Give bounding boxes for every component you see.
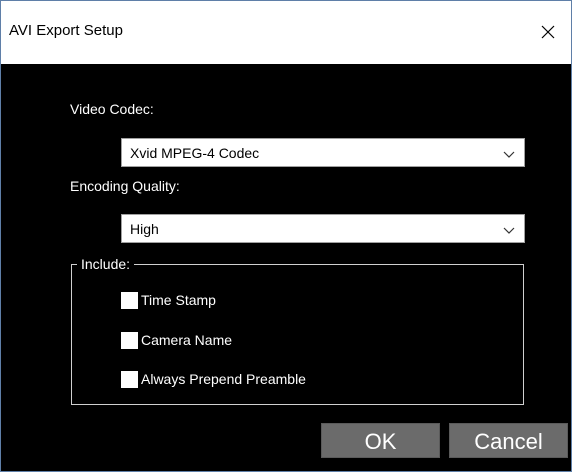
encoding-quality-select[interactable]: High <box>121 214 525 243</box>
time-stamp-checkbox[interactable]: Time Stamp <box>121 291 216 309</box>
video-codec-label: Video Codec: <box>70 101 154 117</box>
window-title: AVI Export Setup <box>9 22 123 39</box>
ok-button[interactable]: OK <box>321 423 440 458</box>
always-prepend-preamble-checkbox[interactable]: Always Prepend Preamble <box>121 370 306 388</box>
always-prepend-preamble-label: Always Prepend Preamble <box>141 371 306 387</box>
close-icon <box>540 24 556 40</box>
camera-name-label: Camera Name <box>141 332 233 348</box>
close-button[interactable] <box>525 1 571 63</box>
camera-name-checkbox[interactable]: Camera Name <box>121 331 232 349</box>
video-codec-select[interactable]: Xvid MPEG-4 Codec <box>121 138 525 167</box>
time-stamp-label: Time Stamp <box>141 292 216 308</box>
checkbox-box[interactable] <box>121 370 138 388</box>
include-group-label: Include: <box>77 256 135 272</box>
chevron-down-icon <box>502 147 516 159</box>
encoding-quality-label: Encoding Quality: <box>70 178 180 194</box>
title-bar: AVI Export Setup <box>1 0 571 64</box>
avi-export-dialog: AVI Export Setup Video Codec: Xvid MPEG-… <box>0 0 572 472</box>
video-codec-value: Xvid MPEG-4 Codec <box>130 145 260 161</box>
chevron-down-icon <box>502 223 516 235</box>
encoding-quality-value: High <box>130 221 159 237</box>
cancel-button[interactable]: Cancel <box>449 423 568 458</box>
checkbox-box[interactable] <box>121 331 138 349</box>
checkbox-box[interactable] <box>121 291 138 309</box>
